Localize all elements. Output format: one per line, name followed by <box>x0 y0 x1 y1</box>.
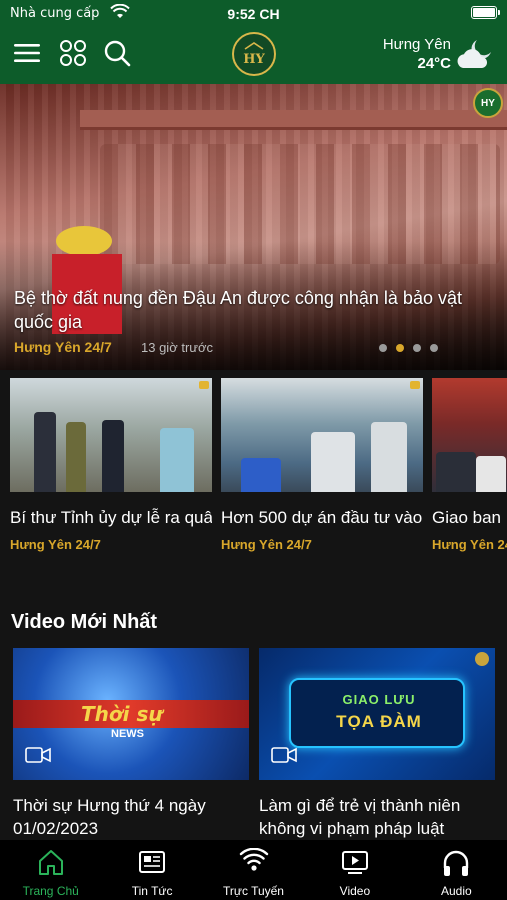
video-thumbnail: GIAO LƯU TỌA ĐÀM <box>259 648 495 780</box>
hero-image-offering <box>56 226 112 256</box>
app-logo[interactable]: HY <box>232 32 276 76</box>
search-icon[interactable] <box>102 38 132 68</box>
video-thumb-line2: TỌA ĐÀM <box>336 712 422 731</box>
video-card[interactable]: Thời sự NEWS Thời sự Hưng thứ 4 ngày 01/… <box>13 648 249 840</box>
carousel-dot[interactable] <box>413 344 421 352</box>
video-camera-icon <box>25 747 51 763</box>
status-bar: Nhà cung cấp 9:52 CH <box>0 0 507 28</box>
nav-label: Tin Tức <box>131 884 173 898</box>
hero-source: Hưng Yên 24/7 <box>14 339 112 355</box>
channel-badge <box>199 381 209 389</box>
headphones-icon <box>444 850 469 876</box>
news-card[interactable]: Hơn 500 dự án đầu tư vào các KCN Hưng Yê… <box>221 378 423 552</box>
news-carousel[interactable]: Bí thư Tỉnh ủy dự lễ ra quân hưởng ứng t… <box>0 378 507 578</box>
bottom-nav: Trang Chủ Tin Tức Trực Tuyến Video Audio <box>0 840 507 900</box>
news-card[interactable]: Giao ban UBND tỉn Hưng Yên 24/7 <box>432 378 507 552</box>
news-title[interactable]: Giao ban UBND tỉn <box>432 506 507 529</box>
video-thumb-subtitle: NEWS <box>111 728 144 740</box>
hero-image-carving <box>100 144 500 264</box>
logo-text: HY <box>243 51 265 67</box>
carousel-indicator[interactable] <box>379 344 438 352</box>
nav-live[interactable]: Trực Tuyến <box>203 840 304 900</box>
nav-label: Trang Chủ <box>22 884 79 898</box>
hero-time: 13 giờ trước <box>141 340 213 355</box>
news-source: Hưng Yên 24/7 <box>432 537 507 552</box>
app-header: HY Hưng Yên 24°C <box>0 28 507 84</box>
video-thumbnail: Thời sự NEWS <box>13 648 249 780</box>
apps-grid-icon[interactable] <box>58 38 88 68</box>
news-title[interactable]: Hơn 500 dự án đầu tư vào các KCN <box>221 506 423 529</box>
nav-home[interactable]: Trang Chủ <box>0 840 101 900</box>
cloud-sun-icon <box>457 40 491 68</box>
channel-badge <box>410 381 420 389</box>
news-thumbnail <box>10 378 212 492</box>
carousel-dot[interactable] <box>430 344 438 352</box>
news-thumbnail <box>432 378 507 492</box>
hero-title[interactable]: Bệ thờ đất nung đền Đậu An được công nhậ… <box>14 286 498 334</box>
menu-icon[interactable] <box>12 38 42 68</box>
news-card[interactable]: Bí thư Tỉnh ủy dự lễ ra quân hưởng ứng t… <box>10 378 212 552</box>
video-thumb-line1: GIAO LƯU <box>342 692 416 707</box>
newspaper-icon <box>139 851 166 873</box>
nav-label: Video <box>339 884 371 898</box>
hero-channel-badge: HY <box>473 88 503 118</box>
video-card[interactable]: GIAO LƯU TỌA ĐÀM Làm gì để trẻ vị thành … <box>259 648 495 840</box>
nav-video[interactable]: Video <box>304 840 405 900</box>
video-thumb-title: Thời sự <box>81 702 163 726</box>
home-icon <box>38 850 63 875</box>
news-source: Hưng Yên 24/7 <box>10 537 101 552</box>
video-title[interactable]: Làm gì để trẻ vị thành niên không vi phạ… <box>259 794 495 840</box>
nav-news[interactable]: Tin Tức <box>101 840 202 900</box>
battery-icon <box>471 6 500 19</box>
channel-badge <box>475 652 489 666</box>
broadcast-icon <box>239 848 268 871</box>
weather-temperature: 24°C <box>417 55 451 72</box>
section-title-videos: Video Mới Nhất <box>11 611 158 633</box>
video-play-icon <box>341 851 368 874</box>
weather-location: Hưng Yên <box>382 36 451 53</box>
carousel-dot[interactable] <box>379 344 387 352</box>
hero-image-shelf <box>80 110 507 130</box>
video-camera-icon <box>271 747 297 763</box>
clock: 9:52 CH <box>227 6 280 22</box>
news-thumbnail <box>221 378 423 492</box>
video-title[interactable]: Thời sự Hưng thứ 4 ngày 01/02/2023 <box>13 794 249 840</box>
news-source: Hưng Yên 24/7 <box>221 537 312 552</box>
nav-audio[interactable]: Audio <box>406 840 507 900</box>
news-title[interactable]: Bí thư Tỉnh ủy dự lễ ra quân hưởng ứng t… <box>10 506 212 529</box>
nav-label: Trực Tuyến <box>223 884 284 898</box>
temple-roof-icon <box>244 42 264 50</box>
nav-label: Audio <box>440 884 472 898</box>
carousel-dot-active[interactable] <box>396 344 404 352</box>
